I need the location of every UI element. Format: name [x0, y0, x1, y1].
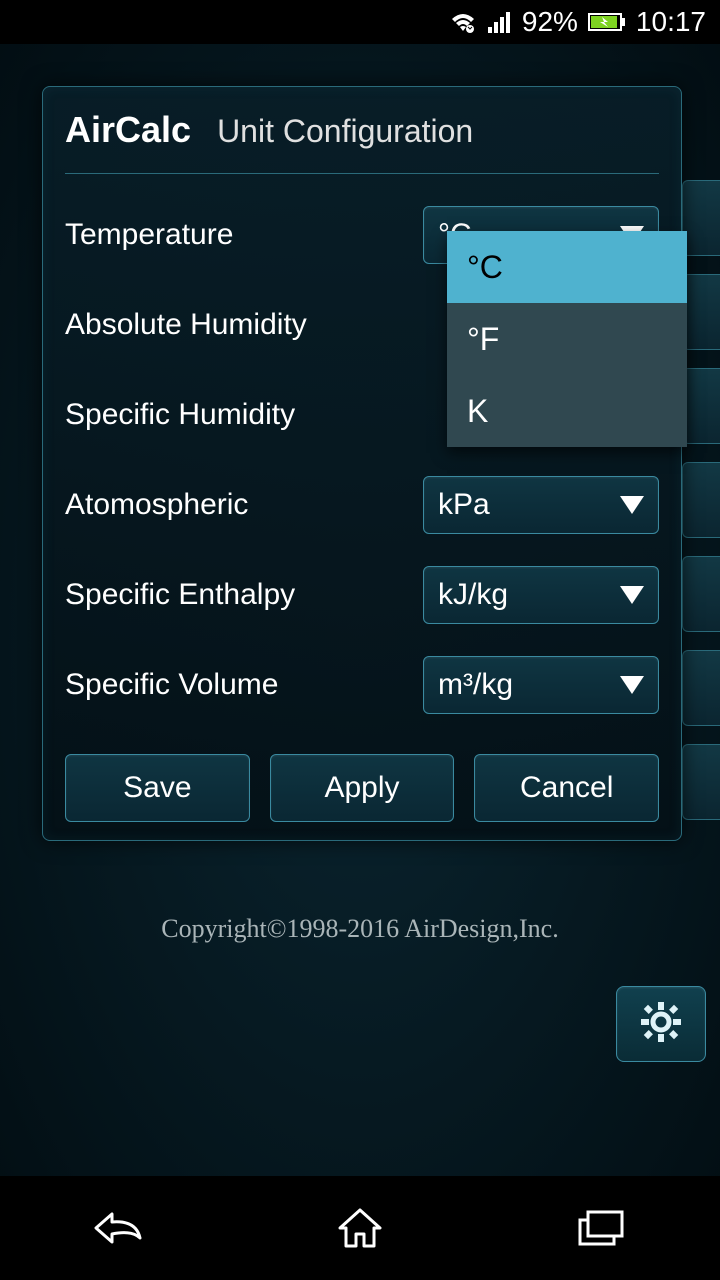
cancel-button[interactable]: Cancel [474, 754, 659, 822]
battery-icon [588, 11, 626, 33]
bg-tab[interactable] [682, 274, 720, 350]
dropdown-option-fahrenheit[interactable]: °F [447, 303, 687, 375]
select-value: m³/kg [438, 668, 513, 702]
copyright-text: Copyright©1998-2016 AirDesign,Inc. [0, 914, 720, 944]
select-specific-volume[interactable]: m³/kg [423, 656, 659, 714]
bg-tab[interactable] [682, 744, 720, 820]
signal-icon [486, 11, 512, 33]
apply-button[interactable]: Apply [270, 754, 455, 822]
background-tabs [682, 180, 720, 820]
status-clock: 10:17 [636, 6, 706, 38]
select-value: kPa [438, 488, 490, 522]
select-specific-enthalpy[interactable]: kJ/kg [423, 566, 659, 624]
dialog-title: AirCalc [65, 109, 191, 151]
option-label: K [467, 393, 488, 430]
settings-button[interactable] [616, 986, 706, 1062]
temperature-dropdown-list: °C °F K [447, 231, 687, 447]
unit-config-dialog: AirCalc Unit Configuration Temperature °… [42, 86, 682, 841]
label-specific-enthalpy: Specific Enthalpy [65, 578, 423, 612]
option-label: °F [467, 321, 499, 358]
navigation-bar [0, 1176, 720, 1280]
chevron-down-icon [620, 496, 644, 514]
recent-button[interactable] [568, 1196, 632, 1260]
row-specific-enthalpy: Specific Enthalpy kJ/kg [65, 550, 659, 640]
save-button[interactable]: Save [65, 754, 250, 822]
wifi-icon [450, 11, 476, 33]
chevron-down-icon [620, 676, 644, 694]
label-specific-volume: Specific Volume [65, 668, 423, 702]
label-temperature: Temperature [65, 218, 423, 252]
row-specific-volume: Specific Volume m³/kg [65, 640, 659, 730]
apply-label: Apply [324, 771, 399, 805]
bg-tab[interactable] [682, 180, 720, 256]
bg-tab[interactable] [682, 462, 720, 538]
battery-percentage: 92% [522, 6, 578, 38]
dropdown-option-celsius[interactable]: °C [447, 231, 687, 303]
gear-icon [639, 1000, 683, 1049]
save-label: Save [123, 771, 191, 805]
bg-tab[interactable] [682, 650, 720, 726]
row-atmospheric: Atomospheric kPa [65, 460, 659, 550]
home-button[interactable] [328, 1196, 392, 1260]
cancel-label: Cancel [520, 771, 613, 805]
bg-tab[interactable] [682, 556, 720, 632]
back-button[interactable] [88, 1196, 152, 1260]
select-atmospheric[interactable]: kPa [423, 476, 659, 534]
option-label: °C [467, 249, 503, 286]
status-bar: 92% 10:17 [0, 0, 720, 44]
label-atmospheric: Atomospheric [65, 488, 423, 522]
dialog-header: AirCalc Unit Configuration [65, 109, 659, 174]
dialog-subtitle: Unit Configuration [217, 113, 473, 150]
select-value: kJ/kg [438, 578, 508, 612]
chevron-down-icon [620, 586, 644, 604]
dropdown-option-kelvin[interactable]: K [447, 375, 687, 447]
dialog-actions: Save Apply Cancel [65, 754, 659, 822]
bg-tab[interactable] [682, 368, 720, 444]
